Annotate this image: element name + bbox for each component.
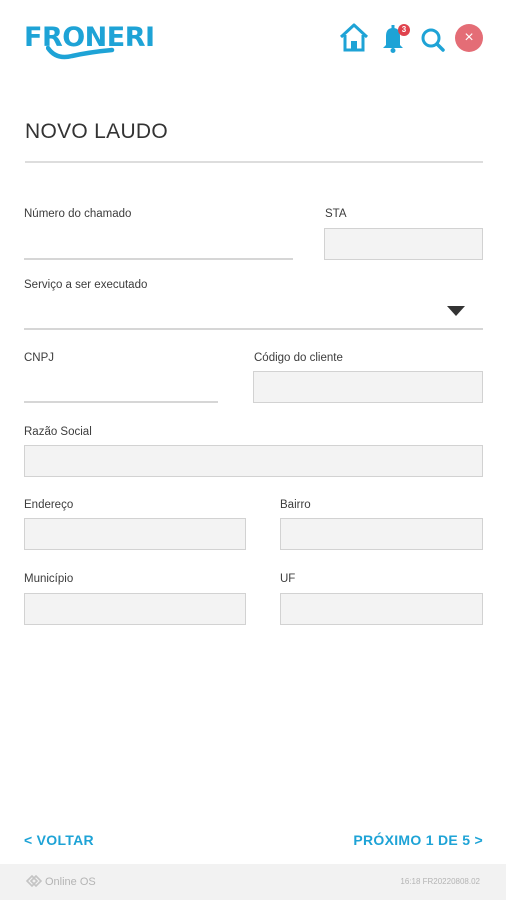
servico-select[interactable]: [24, 296, 483, 330]
app-version: 16:18 FR20220808.02: [400, 877, 480, 886]
logo-swoosh: [46, 46, 115, 60]
codigo-cliente-label: Código do cliente: [254, 352, 343, 364]
footer-brand: Online OS: [25, 874, 96, 888]
sta-label: STA: [325, 208, 347, 220]
razao-social-input[interactable]: [24, 445, 483, 477]
chevron-down-icon: [447, 306, 465, 316]
next-button[interactable]: PRÓXIMO 1 DE 5 >: [353, 832, 483, 848]
codigo-cliente-input[interactable]: [253, 371, 483, 403]
froneri-logo: FRONERI: [24, 22, 155, 66]
bell-icon[interactable]: 3: [378, 22, 410, 54]
home-icon[interactable]: [338, 22, 370, 54]
title-divider: [25, 161, 483, 163]
online-os-icon: [25, 874, 43, 888]
footer-brand-text: Online OS: [45, 876, 96, 888]
bairro-input[interactable]: [280, 518, 483, 550]
close-icon[interactable]: ×: [455, 24, 483, 52]
app-footer: Online OS 16:18 FR20220808.02: [0, 864, 506, 900]
razao-social-label: Razão Social: [24, 426, 92, 438]
cnpj-input[interactable]: [24, 379, 218, 403]
sta-input[interactable]: [324, 228, 483, 260]
page-title: NOVO LAUDO: [25, 120, 169, 143]
numero-chamado-label: Número do chamado: [24, 208, 132, 220]
app-header: FRONERI 3 ×: [0, 0, 506, 80]
endereco-input[interactable]: [24, 518, 246, 550]
endereco-label: Endereço: [24, 499, 74, 511]
notification-badge: 3: [398, 24, 410, 36]
servico-label: Serviço a ser executado: [24, 279, 148, 291]
back-button[interactable]: < VOLTAR: [24, 832, 94, 848]
bairro-label: Bairro: [280, 499, 311, 511]
cnpj-label: CNPJ: [24, 352, 55, 364]
search-icon[interactable]: [418, 22, 450, 54]
uf-input[interactable]: [280, 593, 483, 625]
uf-label: UF: [280, 573, 296, 585]
municipio-label: Município: [24, 573, 74, 585]
numero-chamado-input[interactable]: [24, 236, 293, 260]
municipio-input[interactable]: [24, 593, 246, 625]
